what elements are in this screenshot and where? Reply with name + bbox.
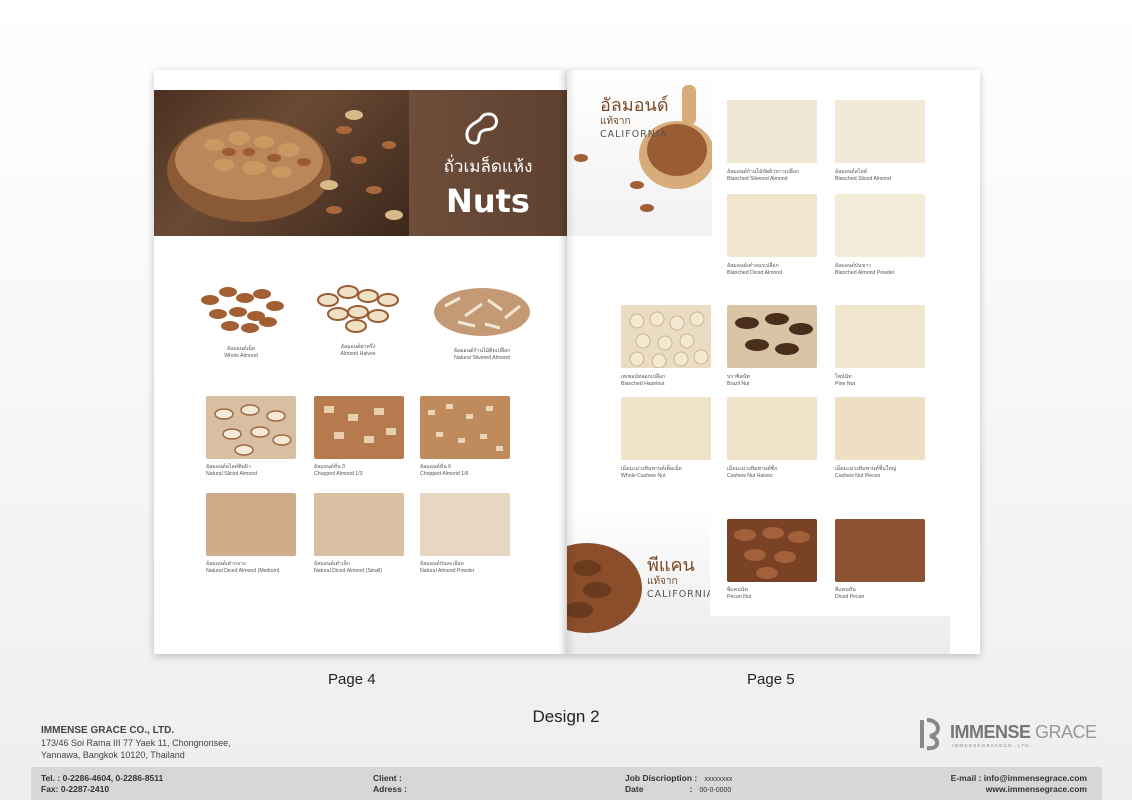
caption-blanched-hazelnut: เฮเซลนัทลอกเปลือก Blanched Hazelnut — [621, 374, 666, 387]
caption-cashew-halves: เม็ดมะม่วงหิมพานต์ซีก Cashew Nut Halves — [727, 466, 778, 479]
caption-chopped-almond-1-3: อัลมอนด์หั่น 3 Chopped Almond 1/3 — [314, 464, 363, 477]
product-photo-diced-pecan — [835, 519, 925, 582]
caption-chopped-almond-1-6: อัลมอนด์หั่น 6 Chopped Almond 1/6 — [420, 464, 469, 477]
banner-title-english: Nuts — [446, 182, 530, 220]
caption-blanched-diced-almond: อัลมอนด์เต๋าลอกเปลือก Blanched Diced Almo… — [727, 263, 783, 276]
company-address-line-1: 173/46 Soi Rama III 77 Yaek 11, Chongnon… — [41, 738, 231, 748]
immense-grace-logo: IMMENSE GRACE I M M E N S E G R A C E C … — [918, 714, 1097, 754]
caption-whole-almond: อัลมอนด์เม็ด Whole Almond — [224, 346, 258, 359]
nuts-banner-title-area: ถั่วเมล็ดแห้ง Nuts — [409, 90, 567, 236]
brochure-page-4: ถั่วเมล็ดแห้ง Nuts อัลมอนด์เม็ด Whole Alm… — [154, 70, 567, 654]
product-photo-blanched-diced-almond — [727, 194, 817, 257]
company-info: IMMENSE GRACE CO., LTD. 173/46 Soi Rama … — [41, 725, 231, 761]
product-photo-cashew-pieces — [835, 397, 925, 460]
logo-text-part-1: IMM — [950, 722, 984, 742]
caption-pine-nut: ไพน์นัท Pine Nut — [835, 374, 855, 387]
caption-diced-pecan: พีแคนหั่น Diced Pecan — [835, 587, 865, 600]
nuts-banner: ถั่วเมล็ดแห้ง Nuts — [154, 90, 567, 236]
caption-diced-almond-small: อัลมอนด์เต๋าเล็ก Natural Diced Almond (Sm… — [314, 561, 383, 574]
cashew-icon — [465, 112, 498, 145]
footer-address: Adress : — [373, 784, 408, 794]
product-photo-brazil-nut — [727, 305, 817, 368]
caption-cashew-pieces: เม็ดมะม่วงหิมพานต์ชิ้นใหญ่ Cashew Nut Pie… — [835, 466, 897, 479]
product-photo-chopped-almond-1-6 — [420, 396, 510, 459]
product-photo-pecan-nut — [727, 519, 817, 582]
logo-subtext: I M M E N S E G R A C E C O . , L T D . — [952, 743, 1031, 748]
page-4-label: Page 4 — [328, 671, 376, 688]
product-photo-chopped-almond-1-3 — [314, 396, 404, 459]
brochure-page-5: อัลมอนด์ แท้จาก CALIFORNIA อัลมอนด์ก้านไ… — [567, 70, 980, 654]
product-photo-almond-halves — [306, 270, 410, 338]
product-photo-blanched-sliced-almond — [835, 100, 925, 163]
product-photo-diced-almond-medium — [206, 493, 296, 556]
product-photo-almond-powder — [420, 493, 510, 556]
pecan-section-heading: พีแคน แท้จาก CALIFORNIA — [647, 555, 715, 601]
footer-bar: Tel. : 0-2286-4604, 0-2286-8511 Fax: 0-2… — [31, 767, 1102, 800]
product-photo-natural-slivered-almond — [430, 276, 534, 342]
caption-brazil-nut: บราซิลนัท Brazil Nut — [727, 374, 750, 387]
product-photo-natural-sliced-almond — [206, 396, 296, 459]
logo-text-part-3: GRACE — [1035, 722, 1097, 742]
product-photo-cashew-halves — [727, 397, 817, 460]
company-address-line-2: Yannawa, Bangkok 10120, Thailand — [41, 750, 185, 760]
caption-blanched-sliced-almond: อัลมอนด์สไลด์ Blanched Sliced Almond — [835, 169, 891, 182]
caption-natural-slivered-almond: อัลมอนด์ก้านไม้ติดเปลือก Natural Slivered… — [453, 348, 511, 361]
caption-diced-almond-medium: อัลมอนด์เต๋ากลาง Natural Diced Almond (Me… — [206, 561, 280, 574]
caption-whole-cashew: เม็ดมะม่วงหิมพานต์เต็มเม็ด Whole Cashew N… — [621, 466, 682, 479]
product-photo-blanched-slivered-almond — [727, 100, 817, 163]
caption-natural-sliced-almond: อัลมอนด์สไลด์ติดผิว Natural Sliced Almond — [206, 464, 258, 477]
caption-blanched-almond-powder: อัลมอนด์ป่นขาว Blanched Almond Powder — [835, 263, 895, 276]
company-name: IMMENSE GRACE CO., LTD. — [41, 725, 175, 736]
product-photo-whole-almond — [190, 270, 292, 342]
caption-almond-powder: อัลมอนด์ป่นละเอียด Natural Almond Powder — [420, 561, 475, 574]
caption-pecan-nut: พีแคนนัท Pecan Nut — [727, 587, 752, 600]
logo-text-part-2: ENSE — [983, 722, 1032, 742]
product-photo-whole-cashew — [621, 397, 711, 460]
logo-mark-icon — [920, 718, 940, 751]
caption-almond-halves: อัลมอนด์ผ่าครึ่ง Almond Halves — [340, 344, 376, 357]
banner-title-thai: ถั่วเมล็ดแห้ง — [443, 157, 533, 177]
almond-section-panel: อัลมอนด์ แท้จาก CALIFORNIA — [567, 70, 712, 236]
product-photo-diced-almond-small — [314, 493, 404, 556]
product-photo-blanched-hazelnut — [621, 305, 711, 368]
pecan-bowl-illustration — [567, 543, 642, 633]
product-photo-blanched-almond-powder — [835, 194, 925, 257]
caption-blanched-slivered-almond: อัลมอนด์ก้านไม้ขัดผิวขาวเปลือก Blanched S… — [727, 169, 800, 182]
footer-date: Date: 00-0-0000 — [625, 784, 732, 794]
footer-website: www.immensegrace.com — [985, 784, 1087, 794]
product-photo-pine-nut — [835, 305, 925, 368]
nuts-bowl-photo — [154, 90, 409, 236]
almond-section-heading: อัลมอนด์ แท้จาก CALIFORNIA — [600, 95, 669, 141]
page-5-label: Page 5 — [747, 671, 795, 688]
footer-fax: Fax: 0-2287-2410 — [41, 784, 110, 794]
